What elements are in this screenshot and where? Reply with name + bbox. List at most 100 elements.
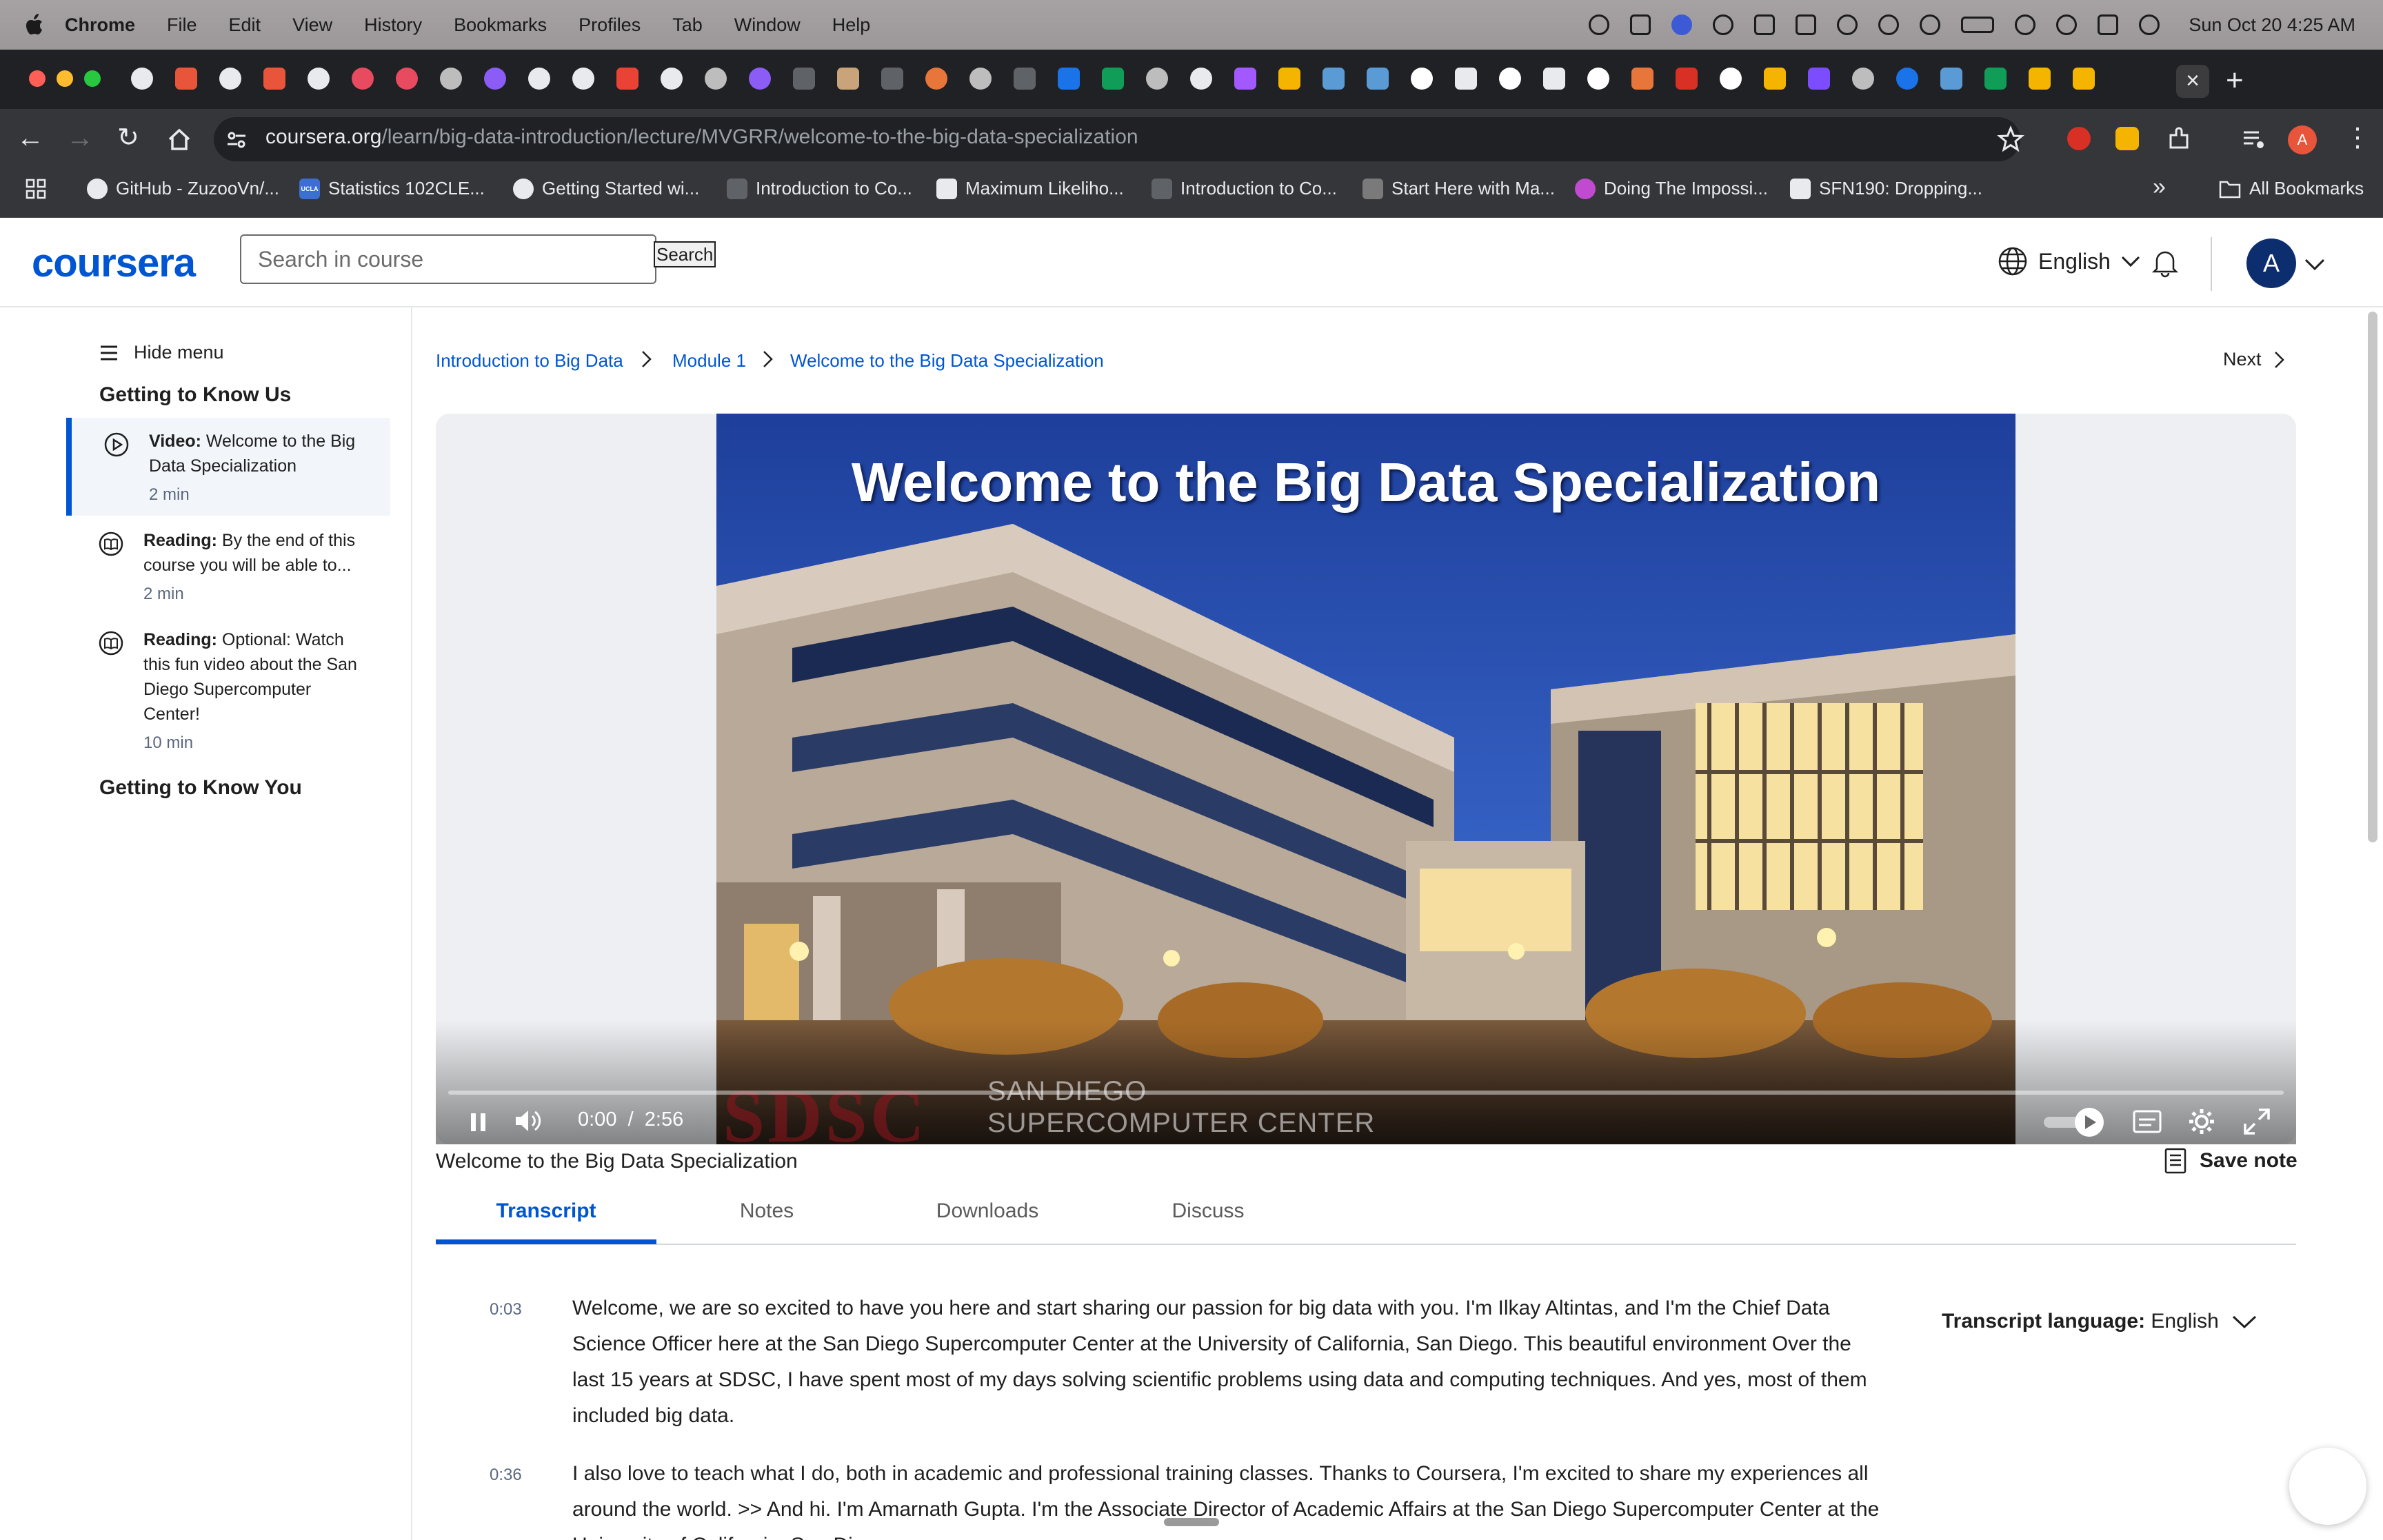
tab-favicon-google[interactable] [1411, 68, 1433, 90]
tab-favicon-app[interactable] [1367, 68, 1389, 90]
sidebar-section-title[interactable]: Getting to Know You [99, 776, 302, 800]
tab-favicon-code[interactable] [793, 68, 815, 90]
new-tab-button[interactable]: + [2226, 65, 2244, 97]
bookmarks-overflow-icon[interactable]: » [2153, 174, 2166, 201]
tab-favicon-app[interactable] [1896, 68, 1918, 90]
tab-favicon-sheets[interactable] [1984, 68, 2007, 90]
home-icon[interactable] [165, 125, 193, 153]
status-image-icon[interactable] [1796, 14, 1817, 35]
tab-favicon-google[interactable] [1587, 68, 1609, 90]
status-chart-icon[interactable] [1630, 14, 1651, 35]
transcript-language-selector[interactable]: Transcript language: English [1942, 1310, 2258, 1333]
sidebar-section-title[interactable]: Getting to Know Us [99, 383, 291, 407]
tab-favicon-code[interactable] [1014, 68, 1036, 90]
apps-grid-icon[interactable] [25, 178, 47, 200]
tab-favicon-google[interactable] [1720, 68, 1742, 90]
tab-favicon-etsy[interactable] [1631, 68, 1653, 90]
menu-bookmarks[interactable]: Bookmarks [454, 14, 547, 36]
menu-app-name[interactable]: Chrome [65, 14, 135, 36]
control-center-icon[interactable] [2098, 14, 2119, 35]
status-paperclip-icon[interactable] [1837, 14, 1858, 35]
tab-favicon-github[interactable] [219, 68, 241, 90]
menu-edit[interactable]: Edit [229, 14, 261, 36]
volume-icon[interactable] [513, 1107, 543, 1135]
zoom-icon[interactable] [1671, 14, 1693, 35]
autoplay-toggle[interactable] [2042, 1106, 2104, 1139]
user-avatar[interactable]: A [2246, 239, 2296, 288]
menubar-clock[interactable]: Sun Oct 20 4:25 AM [2189, 14, 2355, 36]
forward-arrow-icon[interactable]: → [66, 123, 94, 153]
tab-favicon-openai[interactable] [1852, 68, 1874, 90]
tab-favicon-claude[interactable] [925, 68, 947, 90]
extension-shield-icon[interactable] [2067, 127, 2091, 150]
next-item-button[interactable]: Next [2223, 349, 2286, 370]
menu-profiles[interactable]: Profiles [579, 14, 641, 36]
status-app-icon[interactable] [1589, 14, 1610, 35]
menu-history[interactable]: History [364, 14, 422, 36]
tab-favicon-app[interactable] [749, 68, 771, 90]
spotlight-search-icon[interactable] [2056, 14, 2078, 35]
bookmark-star-icon[interactable] [1997, 125, 2024, 153]
status-clipboard-icon[interactable] [1754, 14, 1776, 35]
floating-help-button[interactable] [2289, 1448, 2366, 1525]
breadcrumb-lecture[interactable]: Welcome to the Big Data Specialization [790, 350, 1104, 372]
status-sync-icon[interactable] [1878, 14, 1900, 35]
language-selector[interactable]: English [1997, 245, 2141, 277]
menu-view[interactable]: View [292, 14, 332, 36]
tab-favicon-slides[interactable] [2073, 68, 2095, 90]
battery-icon[interactable] [1961, 17, 1995, 33]
tab-favicon-openai[interactable] [969, 68, 992, 90]
menu-file[interactable]: File [167, 14, 197, 36]
tab-favicon-openai[interactable] [705, 68, 727, 90]
extensions-puzzle-icon[interactable] [2165, 125, 2193, 153]
all-bookmarks-folder[interactable]: All Bookmarks [2219, 178, 2364, 199]
breadcrumb-course[interactable]: Introduction to Big Data [436, 350, 623, 372]
menu-help[interactable]: Help [832, 14, 871, 36]
tab-favicon-github[interactable] [308, 68, 330, 90]
tab-notes[interactable]: Notes [656, 1199, 877, 1223]
tab-favicon-code[interactable] [881, 68, 903, 90]
active-tab-close-button[interactable]: × [2176, 65, 2209, 98]
settings-gear-icon[interactable] [2187, 1107, 2216, 1136]
tab-favicon-app[interactable] [1940, 68, 1962, 90]
chrome-profile-avatar[interactable]: A [2288, 125, 2317, 154]
bookmark-item[interactable]: Introduction to Co... [727, 178, 912, 199]
sidebar-item-reading-sdsc-video[interactable]: Reading: Optional: Watch this fun video … [66, 616, 390, 754]
siri-icon[interactable] [2139, 14, 2160, 35]
apple-icon[interactable] [26, 14, 46, 36]
tab-favicon-slides[interactable] [1278, 68, 1300, 90]
sidebar-item-video-welcome[interactable]: Video: Welcome to the Big Data Specializ… [66, 418, 390, 516]
tab-favicon-github[interactable] [131, 68, 153, 90]
bookmark-item[interactable]: Doing The Impossi... [1575, 178, 1768, 199]
bookmark-item[interactable]: Maximum Likeliho... [936, 178, 1124, 199]
url-text[interactable]: coursera.org/learn/big-data-introduction… [265, 125, 1138, 149]
tab-favicon-github[interactable] [1190, 68, 1212, 90]
tab-favicon-g[interactable] [1543, 68, 1565, 90]
tab-downloads[interactable]: Downloads [877, 1199, 1098, 1223]
hide-menu-button[interactable]: Hide menu [99, 342, 224, 363]
coursera-logo[interactable]: coursera [32, 240, 196, 286]
chrome-menu-icon[interactable]: ⋮ [2344, 123, 2371, 153]
menu-window[interactable]: Window [734, 14, 801, 36]
transcript-timestamp[interactable]: 0:36 [490, 1466, 522, 1485]
bookmark-item[interactable]: UCLA Statistics 102CLE... [299, 178, 485, 199]
tab-favicon-github[interactable] [661, 68, 683, 90]
tab-favicon-vscode[interactable] [1058, 68, 1080, 90]
tab-favicon-app[interactable] [484, 68, 506, 90]
window-minimize-button[interactable] [57, 70, 73, 87]
tab-favicon-sheets[interactable] [1102, 68, 1124, 90]
reload-icon[interactable]: ↻ [117, 123, 139, 153]
extension-honey-icon[interactable] [2115, 127, 2139, 150]
tab-favicon-x[interactable] [263, 68, 285, 90]
video-progress-bar[interactable] [448, 1091, 2284, 1095]
tab-favicon-app[interactable] [175, 68, 197, 90]
transcript-paragraph[interactable]: I also love to teach what I do, both in … [572, 1456, 1882, 1540]
tab-discuss[interactable]: Discuss [1098, 1199, 1318, 1223]
tab-favicon-github[interactable] [528, 68, 550, 90]
tab-favicon-pocket[interactable] [396, 68, 418, 90]
tab-favicon-google[interactable] [1499, 68, 1521, 90]
search-input[interactable] [240, 234, 656, 284]
transcript-timestamp[interactable]: 0:03 [490, 1300, 522, 1319]
tab-favicon-app[interactable] [1808, 68, 1830, 90]
transcript-paragraph[interactable]: Welcome, we are so excited to have you h… [572, 1290, 1882, 1434]
